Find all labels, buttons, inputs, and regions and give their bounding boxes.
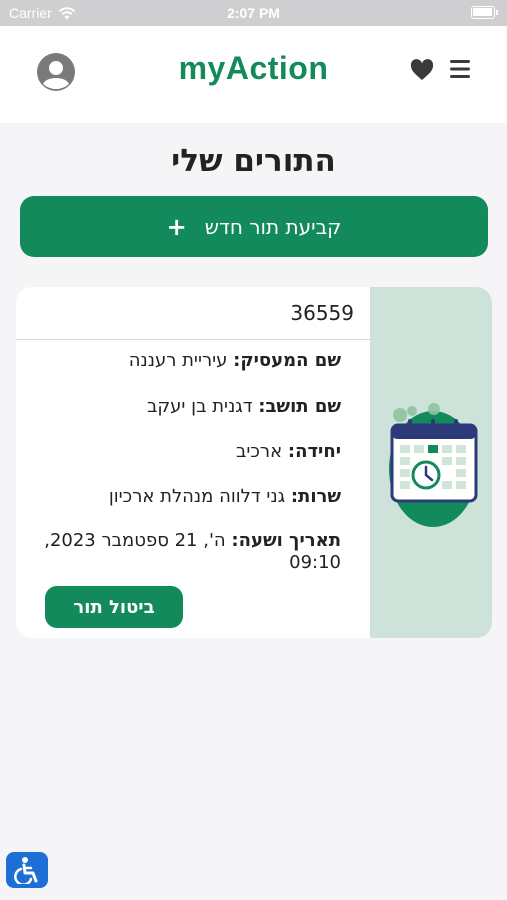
new-appointment-label: קביעת תור חדש	[204, 214, 342, 239]
unit-label: יחידה:	[287, 441, 341, 462]
appointment-id: 36559	[16, 287, 370, 340]
unit-value: ארכיב	[235, 441, 283, 462]
wheelchair-icon	[14, 857, 38, 884]
service-row: שרות: גני דלווה מנהלת ארכיון	[41, 486, 341, 508]
appointment-card: 36559 שם המעסיק: עיריית רעננה שם תושב: ד…	[16, 287, 492, 638]
datetime-label: תאריך ושעה:	[231, 530, 341, 551]
resident-value: דגנית בן יעקב	[146, 396, 253, 417]
hamburger-icon[interactable]	[449, 58, 471, 80]
cancel-appointment-button[interactable]: ביטול תור	[45, 586, 183, 628]
clock: 2:07 PM	[227, 5, 280, 21]
employer-row: שם המעסיק: עיריית רעננה	[41, 350, 341, 372]
resident-label: שם תושב:	[258, 396, 341, 417]
card-illustration-panel	[370, 287, 492, 638]
employer-value: עיריית רעננה	[128, 350, 228, 371]
datetime-row: תאריך ושעה: ה', 21 ספטמבר 2023, 09:10	[41, 530, 341, 574]
unit-row: יחידה: ארכיב	[41, 441, 341, 463]
service-value: גני דלווה מנהלת ארכיון	[108, 486, 286, 507]
battery-icon	[471, 6, 498, 19]
employer-label: שם המעסיק:	[233, 350, 341, 371]
service-label: שרות:	[290, 486, 341, 507]
new-appointment-button[interactable]: קביעת תור חדש +	[20, 196, 488, 257]
status-bar: Carrier 2:07 PM	[0, 0, 507, 26]
page-title: התורים שלי	[171, 143, 336, 179]
app-header: myAction	[0, 26, 507, 123]
calendar-clock-icon	[389, 403, 478, 527]
resident-row: שם תושב: דגנית בן יעקב	[41, 396, 341, 418]
plus-icon: +	[166, 212, 187, 241]
accessibility-button[interactable]	[6, 852, 48, 888]
heart-icon[interactable]	[410, 59, 434, 81]
